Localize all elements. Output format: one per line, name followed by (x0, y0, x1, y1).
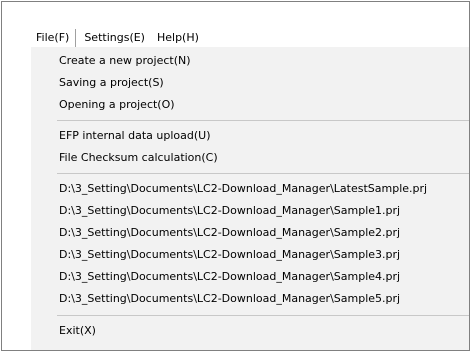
menu-file[interactable]: File(F) (32, 29, 77, 47)
menu-settings[interactable]: Settings(E) (80, 29, 149, 47)
menu-item-open-project[interactable]: Opening a project(O) (59, 94, 175, 116)
menu-item-recent-project[interactable]: D:\3_Setting\Documents\LC2-Download_Mana… (59, 222, 400, 244)
menu-item-save-project[interactable]: Saving a project(S) (59, 72, 164, 94)
menu-item-exit[interactable]: Exit(X) (59, 320, 96, 342)
menu-item-create-new-project[interactable]: Create a new project(N) (59, 50, 191, 72)
menu-bar: File(F) Settings(E) Help(H) (32, 29, 203, 47)
menu-item-recent-project[interactable]: D:\3_Setting\Documents\LC2-Download_Mana… (59, 288, 400, 310)
menu-item-recent-project[interactable]: D:\3_Setting\Documents\LC2-Download_Mana… (59, 200, 400, 222)
menu-divider (57, 120, 469, 121)
menu-item-recent-project[interactable]: D:\3_Setting\Documents\LC2-Download_Mana… (59, 178, 427, 200)
file-dropdown-menu: Create a new project(N) Saving a project… (31, 47, 469, 350)
menu-divider (57, 315, 469, 316)
menu-item-recent-project[interactable]: D:\3_Setting\Documents\LC2-Download_Mana… (59, 266, 400, 288)
menu-item-checksum[interactable]: File Checksum calculation(C) (59, 147, 218, 169)
window-frame: File(F) Settings(E) Help(H) Create a new… (1, 1, 470, 351)
menu-item-efp-upload[interactable]: EFP internal data upload(U) (59, 125, 210, 147)
menu-item-recent-project[interactable]: D:\3_Setting\Documents\LC2-Download_Mana… (59, 244, 400, 266)
menu-divider (57, 173, 469, 174)
menu-help[interactable]: Help(H) (153, 29, 203, 47)
